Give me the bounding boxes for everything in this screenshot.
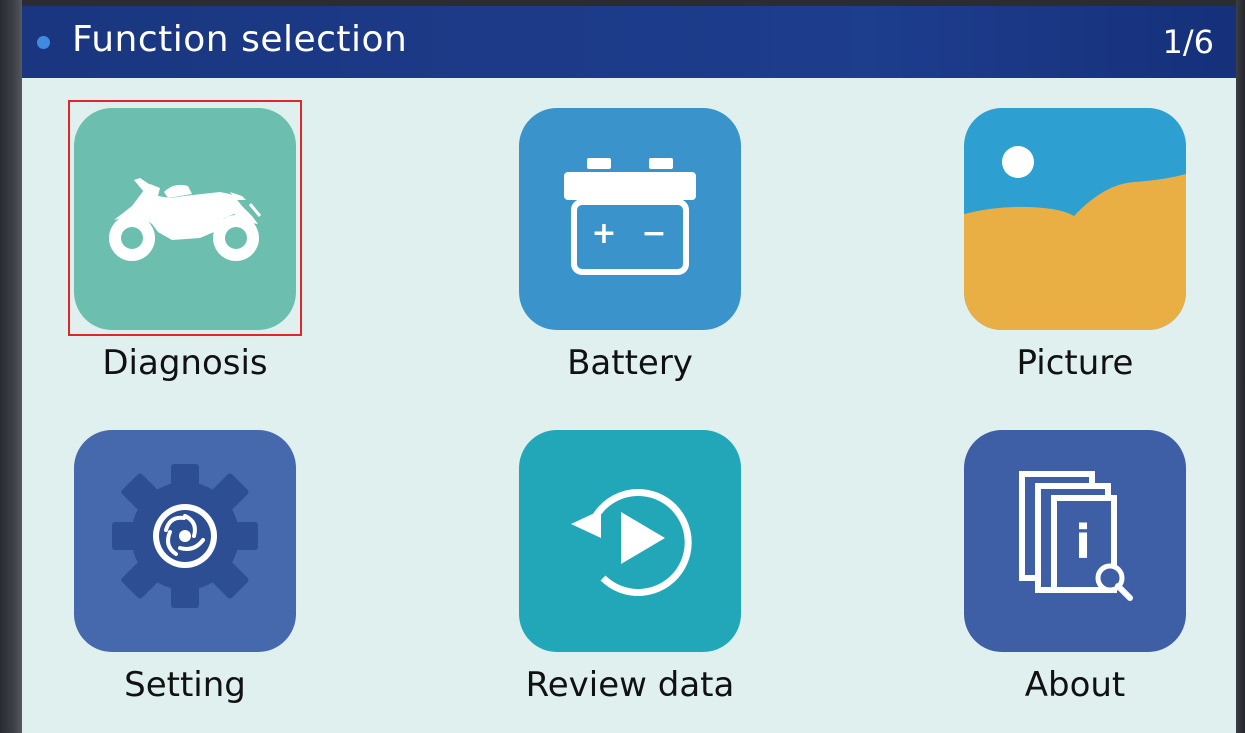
about-info-symbol: i <box>1075 515 1091 569</box>
battery-tile-icon-box: + − <box>519 108 741 330</box>
tile-label-about: About <box>1024 665 1126 705</box>
battery-icon <box>564 158 696 275</box>
review-data-tile-icon-box <box>519 430 741 652</box>
tile-battery[interactable]: + − Battery <box>495 108 765 408</box>
tile-picture[interactable]: Picture <box>940 108 1210 408</box>
tile-label-setting: Setting <box>124 665 246 705</box>
picture-icon <box>964 146 1186 330</box>
replay-icon <box>571 489 692 596</box>
page-indicator: 1/6 <box>1162 23 1215 61</box>
about-tile-icon-box: i <box>964 430 1186 652</box>
battery-minus-symbol: − <box>641 216 667 251</box>
gear-icon <box>112 464 258 608</box>
tile-label-picture: Picture <box>1016 343 1134 383</box>
motorcycle-icon <box>109 178 262 261</box>
device-bezel-right <box>1236 0 1245 733</box>
header-bullet-icon <box>37 36 50 49</box>
tile-setting[interactable]: Setting <box>50 430 320 730</box>
device-bezel-left <box>0 0 22 733</box>
picture-tile-icon-box <box>964 108 1186 330</box>
tile-label-battery: Battery <box>567 343 693 383</box>
tile-review-data[interactable]: Review data <box>495 430 765 730</box>
setting-tile-icon-box <box>74 430 296 652</box>
tile-label-review-data: Review data <box>525 665 735 705</box>
page-title: Function selection <box>72 19 408 60</box>
device-screen: Function selection 1/6 Diagnosis + − Bat… <box>22 6 1236 733</box>
tile-diagnosis[interactable]: Diagnosis <box>50 108 320 408</box>
tile-label-diagnosis: Diagnosis <box>102 343 268 383</box>
tile-about[interactable]: i About <box>940 430 1210 730</box>
header-bar: Function selection 1/6 <box>22 6 1236 78</box>
diagnosis-tile-icon-box <box>74 108 296 330</box>
battery-plus-symbol: + <box>591 216 617 251</box>
